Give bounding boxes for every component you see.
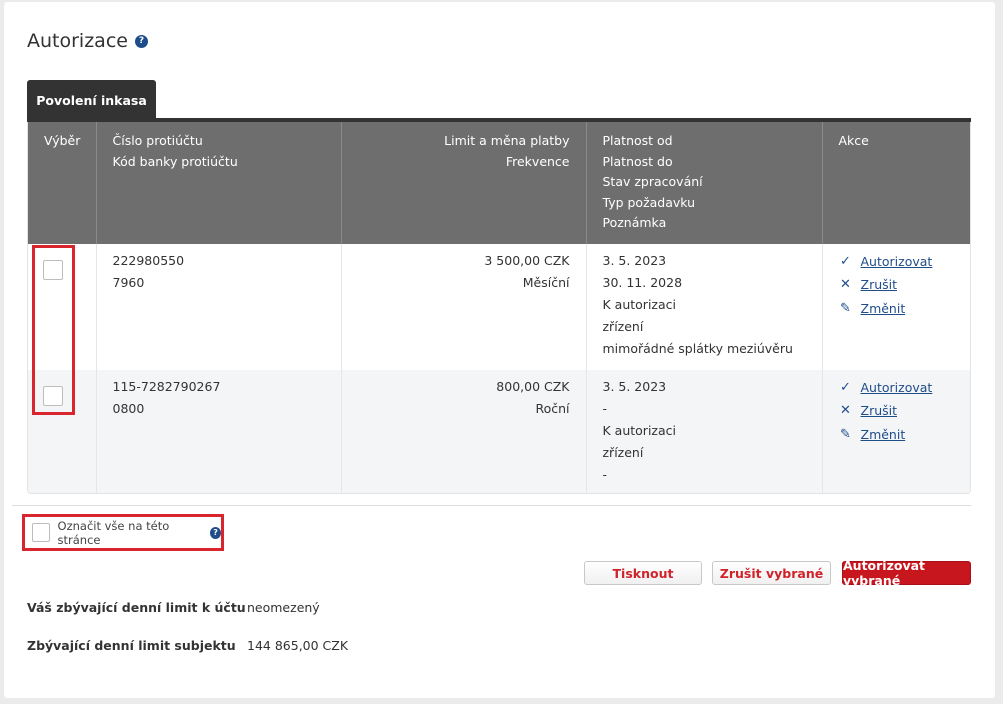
subject-limit-label: Zbývající denní limit subjektu: [27, 638, 236, 653]
select-all-control[interactable]: Označit vše na této stránce ?: [22, 514, 224, 551]
cancel-selected-button[interactable]: Zrušit vybrané: [712, 561, 831, 585]
actions-cell: ✓ Autorizovat ✕ Zrušit ✎ Změnit: [822, 243, 970, 370]
account-cell: 115-7282790267 0800: [96, 369, 342, 493]
account-cell: 222980550 7960: [96, 243, 342, 370]
validity-cell: 3. 5. 2023 30. 11. 2028 K autorizaci zří…: [586, 243, 823, 370]
account-limit-label: Váš zbývající denní limit k účtu: [27, 600, 246, 615]
page-title: Autorizace ?: [27, 30, 148, 52]
divider: [12, 505, 971, 506]
header-actions: Akce: [822, 122, 970, 244]
tab-direct-debit-permission[interactable]: Povolení inkasa: [27, 80, 156, 120]
edit-link[interactable]: Změnit: [861, 423, 906, 447]
authorize-selected-button[interactable]: Autorizovat vybrané: [842, 558, 971, 588]
checkbox-highlight: [32, 245, 75, 415]
cancel-link[interactable]: Zrušit: [861, 273, 898, 297]
edit-action[interactable]: ✎ Změnit: [839, 423, 957, 447]
table-row: 222980550 7960 3 500,00 CZK Měsíční 3. 5…: [28, 243, 970, 370]
account-limit-value: neomezený: [247, 600, 320, 615]
authorize-link[interactable]: Autorizovat: [861, 376, 933, 400]
limit-cell: 3 500,00 CZK Měsíční: [341, 243, 587, 370]
authorize-action[interactable]: ✓ Autorizovat: [839, 376, 957, 400]
header-limit: Limit a měna platby Frekvence: [341, 122, 587, 244]
table-row: 115-7282790267 0800 800,00 CZK Roční 3. …: [28, 369, 970, 493]
check-icon: ✓: [840, 253, 851, 269]
validity-cell: 3. 5. 2023 - K autorizaci zřízení -: [586, 369, 823, 493]
tab-label: Povolení inkasa: [36, 92, 147, 108]
print-button[interactable]: Tisknout: [584, 561, 702, 585]
check-icon: ✓: [840, 379, 851, 395]
authorization-panel: Autorizace ? Povolení inkasa Výběr Číslo…: [4, 2, 995, 698]
select-all-label: Označit vše na této stránce: [57, 518, 170, 547]
pencil-icon: ✎: [840, 426, 851, 442]
close-icon: ✕: [840, 403, 851, 418]
close-icon: ✕: [840, 277, 851, 292]
authorization-table: Výběr Číslo protiúčtu Kód banky protiúčt…: [27, 122, 971, 494]
cancel-action[interactable]: ✕ Zrušit: [839, 399, 957, 423]
help-icon[interactable]: ?: [210, 526, 221, 539]
actions-cell: ✓ Autorizovat ✕ Zrušit ✎ Změnit: [822, 369, 970, 493]
page-title-text: Autorizace: [27, 30, 128, 52]
cancel-link[interactable]: Zrušit: [861, 399, 898, 423]
header-select: Výběr: [28, 122, 97, 244]
edit-link[interactable]: Změnit: [861, 297, 906, 321]
header-account: Číslo protiúčtu Kód banky protiúčtu: [96, 122, 342, 244]
pencil-icon: ✎: [840, 300, 851, 316]
authorize-link[interactable]: Autorizovat: [861, 250, 933, 274]
subject-limit-value: 144 865,00 CZK: [247, 638, 349, 653]
cancel-action[interactable]: ✕ Zrušit: [839, 273, 957, 297]
header-validity: Platnost od Platnost do Stav zpracování …: [586, 122, 823, 244]
select-all-checkbox[interactable]: [32, 523, 50, 542]
edit-action[interactable]: ✎ Změnit: [839, 297, 957, 321]
authorize-action[interactable]: ✓ Autorizovat: [839, 250, 957, 274]
help-icon[interactable]: ?: [134, 34, 148, 48]
table-header-row: Výběr Číslo protiúčtu Kód banky protiúčt…: [28, 122, 970, 244]
limit-cell: 800,00 CZK Roční: [341, 369, 587, 493]
